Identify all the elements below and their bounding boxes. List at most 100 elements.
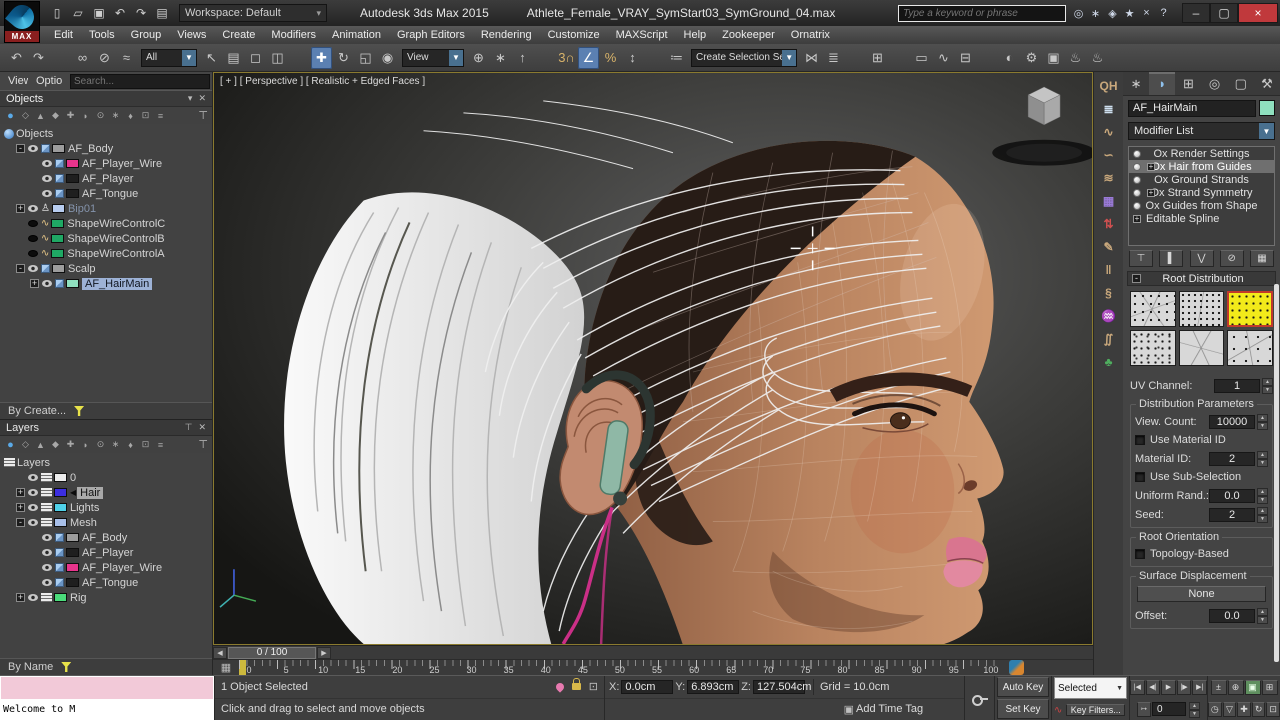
modifier-stack-row[interactable]: + Ox Hair from Guides	[1129, 160, 1274, 173]
curve-editor-icon[interactable]: ∿	[933, 47, 954, 69]
restore-button[interactable]: ▢	[1210, 3, 1238, 23]
modifier-stack-row[interactable]: Ox Render Settings	[1129, 147, 1274, 160]
auto-key-button[interactable]: Auto Key	[997, 677, 1049, 697]
keyboard-shortcut-override-icon[interactable]: ↑	[512, 47, 533, 69]
unlink-selection-icon[interactable]: ⊘	[94, 47, 115, 69]
menu-item[interactable]: Tools	[81, 26, 123, 44]
expand-toggle-icon[interactable]: +	[1147, 189, 1155, 197]
tree-row[interactable]: ◀ ShapeWireControlC	[0, 216, 212, 231]
filter-geometry-icon[interactable]: ◇	[19, 438, 32, 451]
ornatrix-trackbar-icon[interactable]	[1009, 660, 1024, 675]
filter-all-icon[interactable]: ●	[4, 438, 17, 451]
exchange-apps-icon[interactable]: ×	[1138, 5, 1155, 22]
object-color-swatch[interactable]	[51, 234, 64, 243]
node-label[interactable]: 0	[70, 472, 76, 484]
filter-funnel-icon[interactable]	[61, 662, 71, 672]
key-filters-button[interactable]: Key Filters...	[1066, 704, 1125, 716]
undo-icon[interactable]: ↶	[6, 47, 27, 69]
expand-toggle-icon[interactable]: +	[16, 488, 25, 497]
object-color-swatch[interactable]	[51, 249, 64, 258]
filter-shapes-icon[interactable]: ▲	[34, 438, 47, 451]
modifier-enable-bulb-icon[interactable]	[1133, 163, 1141, 171]
tree-row[interactable]: ◀ AF_Player_Wire	[0, 156, 212, 171]
minimize-button[interactable]: –	[1182, 3, 1210, 23]
visibility-eye-icon[interactable]	[42, 190, 52, 197]
visibility-eye-icon[interactable]	[28, 145, 38, 152]
time-configuration-button[interactable]: ◷	[1208, 702, 1222, 717]
ornatrix-strands-icon[interactable]: ‖	[1097, 259, 1121, 281]
filter-geometry-icon[interactable]: ◇	[19, 109, 32, 122]
node-label[interactable]: AF_Tongue	[82, 577, 138, 589]
macro-recorder-line[interactable]	[0, 676, 214, 699]
sep[interactable]	[889, 47, 910, 69]
undo-dropdown-icon[interactable]: ↶	[111, 4, 129, 22]
layers-sort-footer[interactable]: By Name	[0, 658, 212, 675]
ornatrix-braid-icon[interactable]: ∬	[1097, 328, 1121, 350]
tree-row[interactable]: ◀ AF_Body	[0, 530, 212, 545]
tree-row[interactable]: ◀ AF_Player	[0, 545, 212, 560]
explorer-search-input[interactable]	[70, 74, 210, 89]
remove-modifier-button[interactable]: ⊘	[1220, 250, 1244, 267]
make-unique-button[interactable]: ⋁	[1190, 250, 1214, 267]
expand-toggle-icon[interactable]: -	[16, 264, 25, 273]
expand-toggle-icon[interactable]: +	[16, 503, 25, 512]
node-label[interactable]: Mesh	[70, 517, 97, 529]
select-and-link-icon[interactable]: ∞	[72, 47, 93, 69]
filter-all-icon[interactable]: ●	[4, 109, 17, 122]
show-end-result-button[interactable]: ▌	[1159, 250, 1183, 267]
select-and-scale-icon[interactable]: ◱	[355, 47, 376, 69]
schematic-view-icon[interactable]: ⊟	[955, 47, 976, 69]
filter-spacewarps-icon[interactable]: ⊙	[94, 438, 107, 451]
help-icon[interactable]: ?	[1155, 5, 1172, 22]
object-color-swatch[interactable]	[66, 174, 79, 183]
explorer-sort-footer[interactable]: By Create...	[0, 402, 212, 419]
tree-row[interactable]: - ◀ Scalp	[0, 261, 212, 276]
menu-item[interactable]: Customize	[540, 26, 608, 44]
tab-create[interactable]: ∗	[1123, 72, 1149, 95]
node-label[interactable]: Bip01	[68, 203, 96, 215]
menu-item[interactable]: Zookeeper	[714, 26, 783, 44]
save-file-icon[interactable]: ▣	[90, 4, 108, 22]
tree-row[interactable]: + ◀ Lights	[0, 500, 212, 515]
set-keys-column[interactable]	[965, 676, 995, 720]
menu-item[interactable]: Ornatrix	[783, 26, 838, 44]
bind-to-space-warp-icon[interactable]: ≈	[116, 47, 137, 69]
transform-gizmo-icon[interactable]: ⊡	[589, 680, 598, 693]
menu-item[interactable]: Graph Editors	[389, 26, 473, 44]
explorer-menu-views[interactable]: Views	[8, 75, 28, 87]
node-label[interactable]: ShapeWireControlB	[67, 233, 164, 245]
object-color-swatch[interactable]	[1259, 100, 1275, 116]
field-of-view-button[interactable]: ▽	[1223, 702, 1237, 717]
node-label[interactable]: AF_HairMain	[82, 278, 152, 290]
distribution-swatch-3-selected[interactable]	[1227, 291, 1273, 327]
select-object-icon[interactable]: ↖	[201, 47, 222, 69]
pin-icon[interactable]: ⊤	[185, 422, 193, 433]
layer-color-swatch[interactable]	[54, 518, 67, 527]
sep[interactable]	[977, 47, 998, 69]
distribution-swatch-5[interactable]	[1179, 330, 1225, 366]
tab-modify[interactable]: ◗	[1149, 72, 1175, 95]
tree-row[interactable]: ◀ Objects	[0, 126, 212, 141]
tab-utilities[interactable]: ⚒	[1254, 72, 1280, 95]
y-coordinate-field[interactable]: 6.893cm	[687, 680, 739, 694]
layer-color-swatch[interactable]	[66, 578, 79, 587]
visibility-eye-icon[interactable]	[42, 280, 52, 287]
use-sub-selection-checkbox[interactable]	[1135, 472, 1145, 482]
key-mode-toggle[interactable]: ↦	[1137, 702, 1151, 717]
time-slider[interactable]: 0 / 100	[228, 647, 316, 659]
expand-toggle-icon[interactable]: +	[1147, 163, 1155, 171]
layer-color-swatch[interactable]	[66, 563, 79, 572]
ornatrix-hook-icon[interactable]: §	[1097, 282, 1121, 304]
render-production-icon[interactable]: ♨	[1065, 47, 1086, 69]
track-bar[interactable]: ▦ 05101520253035404550556065707580859095…	[213, 659, 1093, 675]
tree-row[interactable]: - ◀ Mesh	[0, 515, 212, 530]
object-color-swatch[interactable]	[66, 279, 79, 288]
time-tag-icon[interactable]: ▣	[844, 703, 854, 716]
ornatrix-wave2-icon[interactable]: ♒	[1097, 305, 1121, 327]
filter-cameras-icon[interactable]: ✚	[64, 109, 77, 122]
visibility-eye-icon[interactable]	[28, 519, 38, 526]
node-label[interactable]: Scalp	[68, 263, 96, 275]
ornatrix-groom-box-icon[interactable]: ▦	[1097, 190, 1121, 212]
sep[interactable]	[50, 47, 71, 69]
pin-icon[interactable]: ⊤	[198, 109, 208, 122]
